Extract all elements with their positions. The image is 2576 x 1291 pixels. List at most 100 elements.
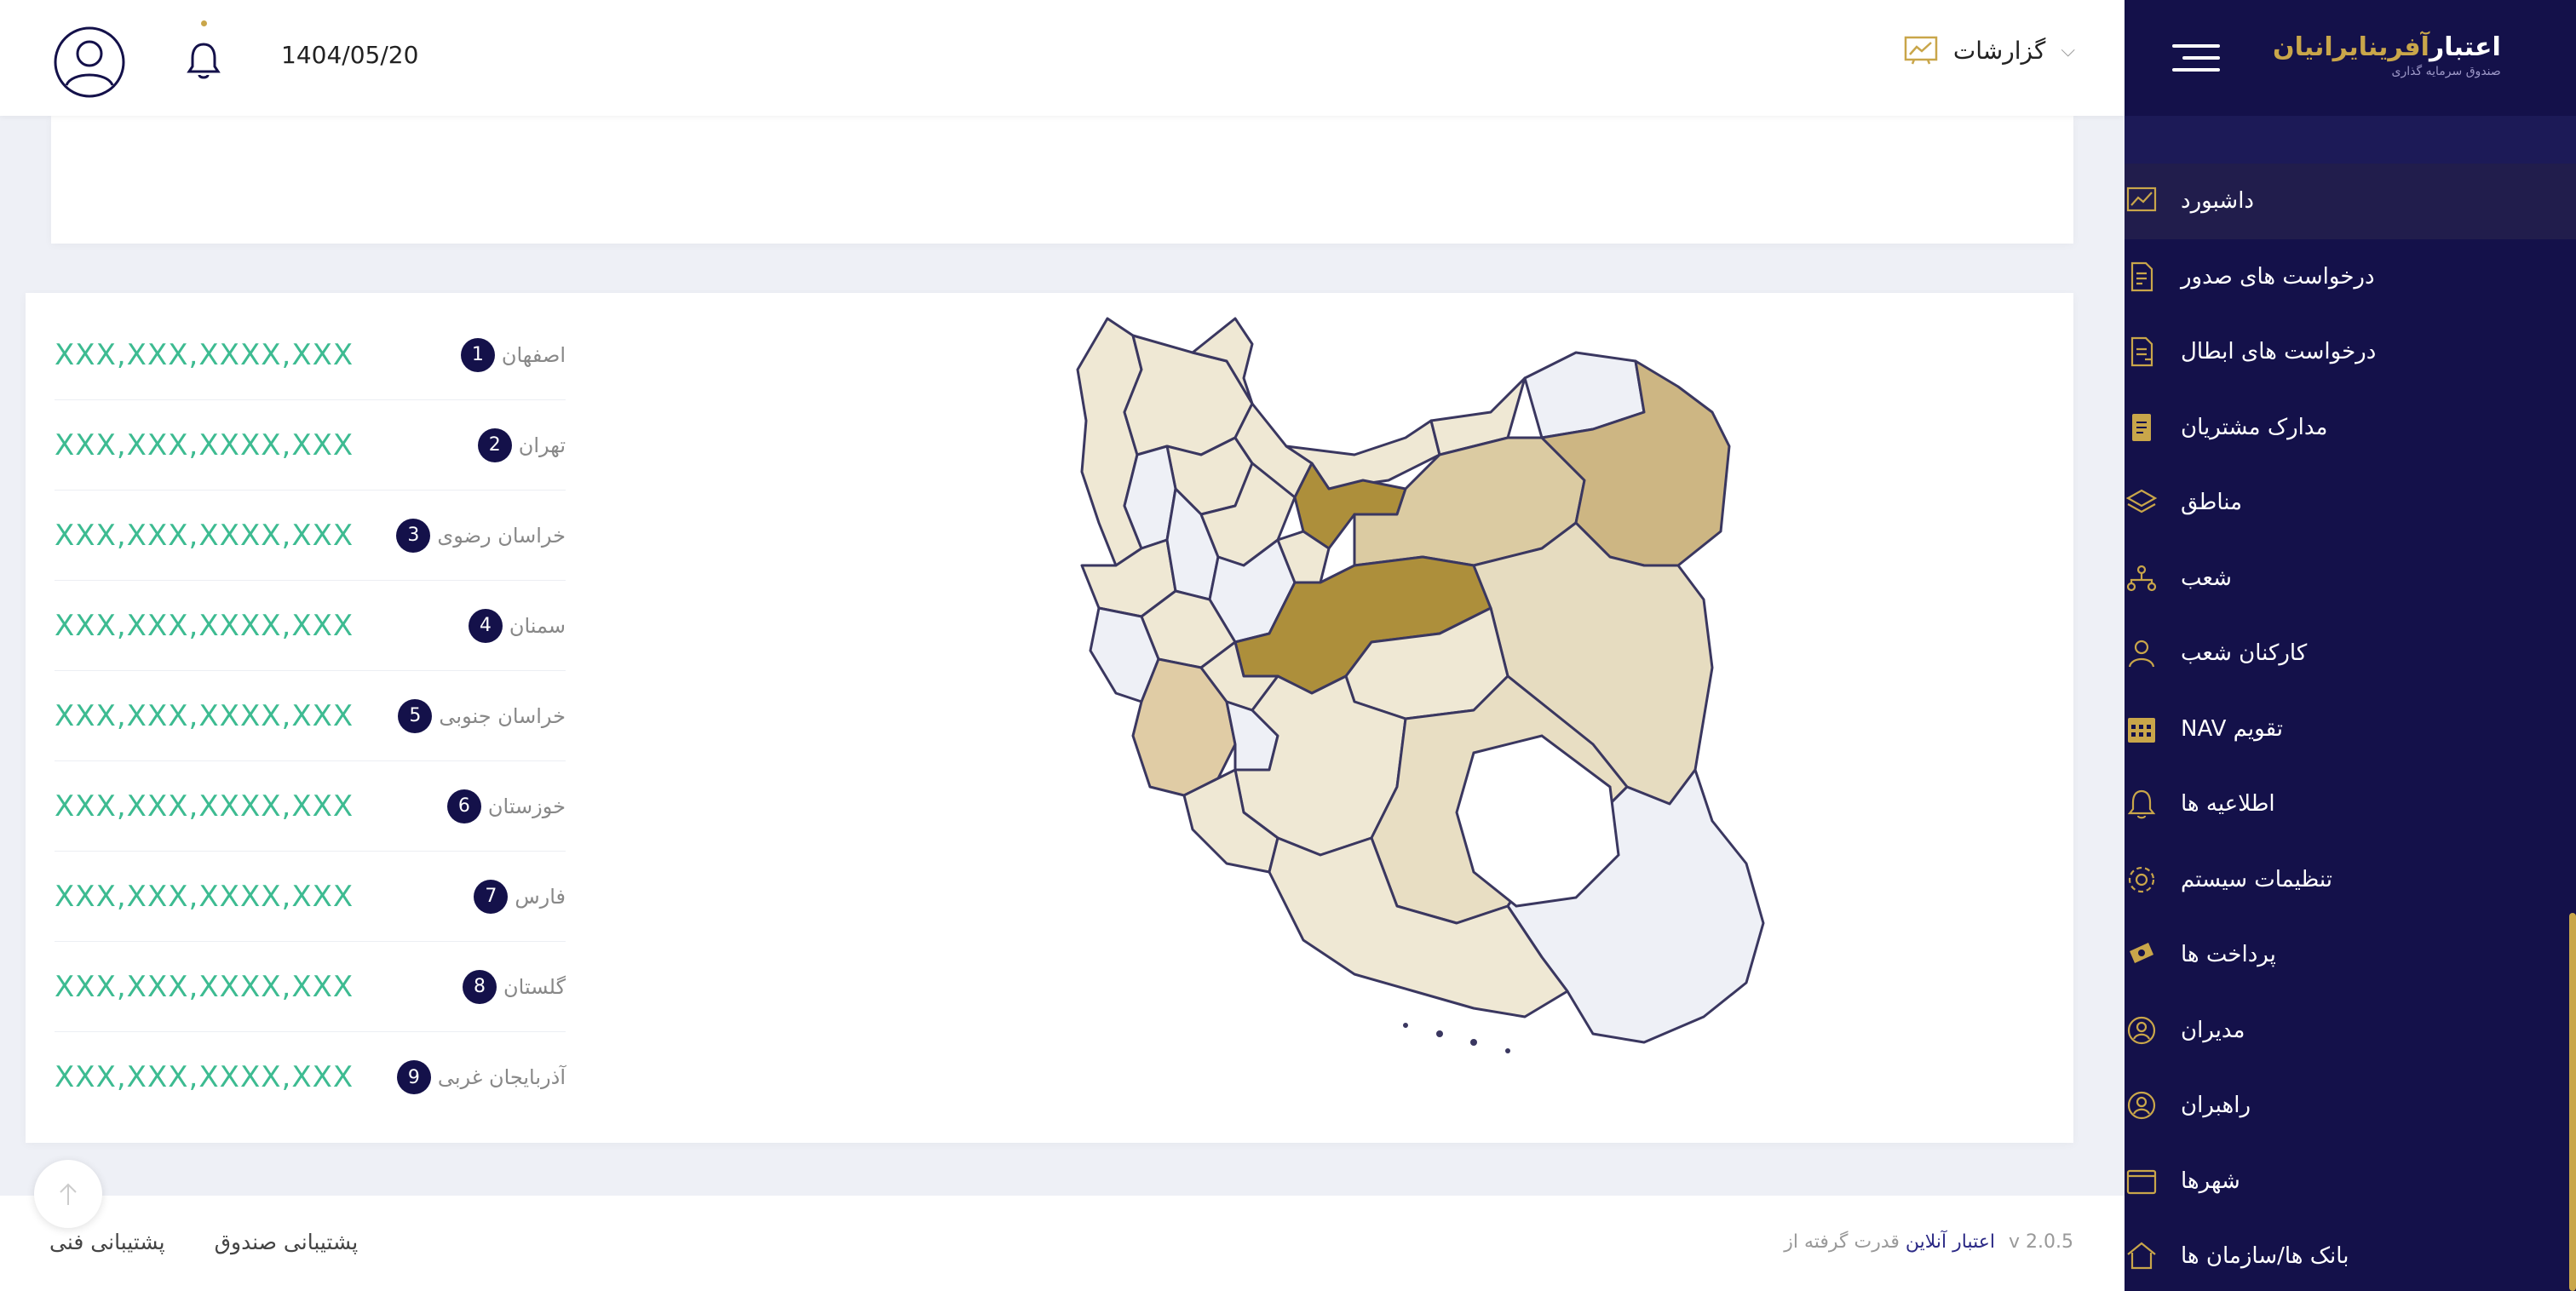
ranking-row: XXX,XXX,XXXX,XXX 5 خراسان جنوبی: [55, 671, 566, 761]
layers-icon: [2125, 485, 2159, 519]
sidebar-item-label: شعب: [2181, 565, 2232, 591]
notification-dot: [201, 20, 207, 26]
ranking-value: XXX,XXX,XXXX,XXX: [55, 789, 354, 823]
sidebar-item-label: کارکنان شعب: [2181, 640, 2308, 667]
sidebar-item-11[interactable]: مدیران: [2125, 993, 2576, 1069]
province-ranking-list: XXX,XXX,XXXX,XXX 1 اصفهان XXX,XXX,XXXX,XXX 2…: [55, 310, 566, 1122]
ranking-row: XXX,XXX,XXXX,XXX 1 اصفهان: [55, 310, 566, 400]
ranking-row: XXX,XXX,XXXX,XXX 8 گلستان: [55, 942, 566, 1032]
ranking-row: XXX,XXX,XXXX,XXX 9 آذربایجان غربی: [55, 1032, 566, 1122]
ranking-value: XXX,XXX,XXXX,XXX: [55, 427, 354, 462]
branch-icon: [2125, 561, 2159, 595]
bell-icon[interactable]: [186, 39, 221, 82]
staff-icon: [2125, 636, 2159, 670]
sidebar-item-13[interactable]: شهرها: [2125, 1144, 2576, 1219]
ranking-number-badge: 4: [468, 608, 503, 643]
leader-icon: [2125, 1088, 2159, 1122]
ranking-province-name: خراسان جنوبی: [439, 703, 566, 728]
sidebar-item-label: شهرها: [2181, 1168, 2240, 1194]
map-islands: [1403, 1023, 1510, 1053]
ranking-value: XXX,XXX,XXXX,XXX: [55, 518, 354, 553]
sidebar-item-14[interactable]: بانک ها/سازمان ها: [2125, 1219, 2576, 1291]
chevron-down-icon: ⌵: [2061, 39, 2075, 61]
ranking-province-name: گلستان: [503, 974, 566, 999]
sidebar-item-10[interactable]: پرداخت ها: [2125, 917, 2576, 993]
sidebar-item-label: درخواست های ابطال: [2181, 339, 2377, 365]
ranking-number-badge: 7: [474, 879, 509, 914]
ranking-province-name: تهران: [518, 433, 566, 457]
ranking-number-badge: 5: [398, 698, 433, 733]
arrow-up-icon: [60, 1183, 77, 1205]
bank-icon: [2125, 1239, 2159, 1273]
sidebar-item-label: داشبورد: [2181, 188, 2254, 215]
menu-toggle-icon[interactable]: [2172, 41, 2220, 75]
ranking-value: XXX,XXX,XXXX,XXX: [55, 879, 354, 914]
powered-by: اعتبار آنلاین قدرت گرفته از: [1784, 1231, 1995, 1253]
logo-text: اعتبارآفرینایرانیان صندوق سرمایه گذاری: [2273, 33, 2501, 78]
sidebar-scrollbar[interactable]: [2569, 913, 2576, 1291]
sidebar-item-5[interactable]: شعب: [2125, 541, 2576, 617]
sidebar-item-label: اطلاعیه ها: [2181, 791, 2275, 818]
sidebar-item-3[interactable]: مدارک مشتریان: [2125, 390, 2576, 466]
sidebar-item-9[interactable]: تنظیمات سیستم: [2125, 842, 2576, 918]
scroll-to-top-button[interactable]: [34, 1160, 102, 1228]
sidebar-item-label: مدارک مشتریان: [2181, 414, 2328, 440]
ranking-province-name: خوزستان: [487, 794, 566, 818]
ranking-number-badge: 1: [460, 337, 495, 372]
sidebar-item-label: پرداخت ها: [2181, 942, 2276, 968]
sidebar-item-4[interactable]: مناطق: [2125, 465, 2576, 541]
sidebar-item-0[interactable]: داشبورد: [2125, 164, 2576, 239]
ranking-number-badge: 6: [446, 789, 481, 823]
sidebar-item-label: تنظیمات سیستم: [2181, 866, 2332, 892]
sidebar-item-8[interactable]: اطلاعیه ها: [2125, 766, 2576, 842]
sidebar-item-2[interactable]: درخواست های ابطال: [2125, 314, 2576, 390]
sidebar-menu: داشبورد درخواست های صدور درخواست های ابطال…: [2125, 164, 2576, 1291]
city-icon: [2125, 1164, 2159, 1198]
ranking-number-badge: 8: [463, 969, 497, 1004]
ranking-number-badge: 2: [477, 427, 512, 462]
ranking-label-group: 1 اصفهان: [460, 337, 566, 372]
logo[interactable]: اعتبارآفرینایرانیان صندوق سرمایه گذاری: [2273, 26, 2511, 85]
ranking-label-group: 8 گلستان: [463, 969, 566, 1004]
reports-menu[interactable]: گزارشات ⌵: [1904, 36, 2075, 65]
powered-by-link[interactable]: اعتبار آنلاین: [1906, 1231, 1995, 1253]
chart-icon: [2125, 184, 2159, 218]
footer-links: پشتیبانی فنی پشتیبانی صندوق: [49, 1230, 358, 1254]
ranking-value: XXX,XXX,XXXX,XXX: [55, 608, 354, 643]
ranking-province-name: اصفهان: [501, 342, 566, 367]
ranking-province-name: آذربایجان غربی: [437, 1065, 566, 1089]
logo-subtitle: صندوق سرمایه گذاری: [2391, 64, 2501, 78]
ranking-label-group: 2 تهران: [477, 427, 566, 462]
footer: پشتیبانی فنی پشتیبانی صندوق اعتبار آنلای…: [0, 1196, 2125, 1291]
ranking-label-group: 9 آذربایجان غربی: [396, 1060, 566, 1094]
gear-icon: [2125, 863, 2159, 897]
ranking-row: XXX,XXX,XXXX,XXX 2 تهران: [55, 400, 566, 491]
map-province-west-azarbaijan[interactable]: [1076, 317, 1143, 567]
footer-credits: اعتبار آنلاین قدرت گرفته از v 2.0.5: [1784, 1231, 2073, 1253]
sidebar-header: اعتبارآفرینایرانیان صندوق سرمایه گذاری: [2125, 0, 2576, 116]
top-bar: 1404/05/20 گزارشات ⌵: [0, 0, 2125, 116]
ranking-province-name: خراسان رضوی: [437, 523, 566, 548]
support-tech-link[interactable]: پشتیبانی فنی: [49, 1230, 165, 1254]
calendar-icon: [2125, 712, 2159, 746]
bell-icon: [2125, 787, 2159, 821]
sidebar-item-label: درخواست های صدور: [2181, 263, 2375, 290]
reports-label: گزارشات: [1952, 36, 2046, 65]
support-fund-link[interactable]: پشتیبانی صندوق: [215, 1230, 359, 1254]
current-date: 1404/05/20: [281, 41, 419, 69]
report-chart-icon: [1904, 36, 1938, 65]
ranking-province-name: سمنان: [509, 613, 566, 638]
sidebar-item-1[interactable]: درخواست های صدور: [2125, 239, 2576, 315]
sidebar-item-6[interactable]: کارکنان شعب: [2125, 616, 2576, 691]
sidebar-item-label: مدیران: [2181, 1017, 2245, 1043]
ranking-value: XXX,XXX,XXXX,XXX: [55, 337, 354, 372]
user-avatar-icon[interactable]: [53, 26, 126, 99]
ranking-value: XXX,XXX,XXXX,XXX: [55, 1060, 354, 1094]
sidebar-item-label: راهبران: [2181, 1093, 2251, 1119]
ranking-label-group: 3 خراسان رضوی: [396, 518, 566, 553]
ranking-label-group: 6 خوزستان: [446, 789, 566, 823]
app-version: v 2.0.5: [2009, 1231, 2073, 1253]
sidebar-item-7[interactable]: تقویم NAV: [2125, 691, 2576, 767]
payment-icon: [2125, 938, 2159, 972]
sidebar-item-12[interactable]: راهبران: [2125, 1068, 2576, 1144]
